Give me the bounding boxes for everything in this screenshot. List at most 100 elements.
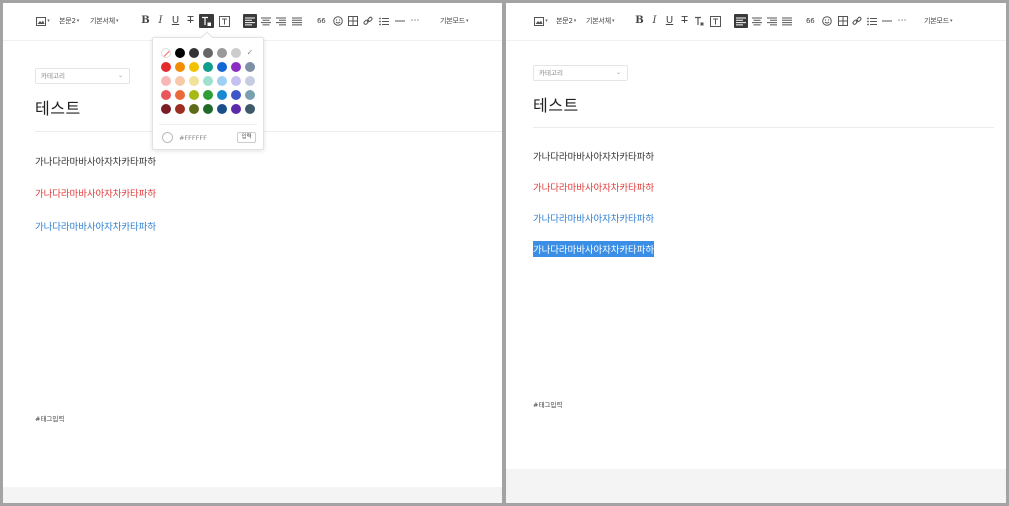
align-center-button[interactable] <box>260 14 272 28</box>
paragraph-black[interactable]: 가나다라마바사아자차카타파하 <box>533 149 654 163</box>
mode-select[interactable]: 기본모드 ▾ <box>924 14 953 28</box>
image-insert-button[interactable]: ▾ <box>534 14 548 28</box>
color-swatch[interactable] <box>217 104 227 114</box>
color-swatch[interactable] <box>217 76 227 86</box>
emoji-button[interactable] <box>332 14 344 28</box>
color-swatch[interactable] <box>161 76 171 86</box>
link-button[interactable] <box>851 14 863 28</box>
strikethrough-button[interactable]: T <box>185 14 196 28</box>
color-swatch[interactable] <box>203 62 213 72</box>
color-swatch[interactable] <box>217 62 227 72</box>
color-swatch[interactable] <box>175 62 185 72</box>
paragraph-style-select[interactable]: 본문2 ▾ <box>556 14 576 28</box>
color-swatch[interactable] <box>175 104 185 114</box>
selected-check-icon[interactable]: ✓ <box>245 48 255 58</box>
text-color-button[interactable] <box>693 14 705 28</box>
table-button[interactable] <box>347 14 359 28</box>
tag-input[interactable]: #태그입력 <box>35 413 64 423</box>
link-button[interactable] <box>362 14 374 28</box>
post-title[interactable]: 테스트 <box>533 92 579 116</box>
bold-button[interactable]: B <box>140 14 151 28</box>
emoji-button[interactable] <box>821 14 833 28</box>
color-swatch[interactable] <box>245 62 255 72</box>
font-label: 기본서체 <box>586 17 611 25</box>
color-swatch[interactable] <box>231 76 241 86</box>
align-justify-icon <box>292 17 302 25</box>
color-swatch[interactable] <box>175 90 185 100</box>
mode-select[interactable]: 기본모드 ▾ <box>440 14 469 28</box>
text-background-button[interactable] <box>709 14 721 28</box>
align-left-button[interactable] <box>734 14 748 28</box>
text-color-button[interactable] <box>199 14 214 28</box>
color-swatch[interactable] <box>189 90 199 100</box>
color-swatch[interactable] <box>203 76 213 86</box>
horizontal-rule-button[interactable] <box>394 14 406 28</box>
color-swatch[interactable] <box>203 104 213 114</box>
bold-button[interactable]: B <box>634 14 645 28</box>
list-button[interactable] <box>866 14 878 28</box>
quote-button[interactable]: 66 <box>317 14 326 28</box>
post-title[interactable]: 테스트 <box>35 95 81 119</box>
font-select[interactable]: 기본서체 ▾ <box>90 14 119 28</box>
color-swatch[interactable] <box>161 104 171 114</box>
no-color-swatch[interactable] <box>161 48 171 58</box>
link-icon <box>852 16 862 25</box>
color-swatch[interactable] <box>161 90 171 100</box>
table-button[interactable] <box>837 14 849 28</box>
more-button[interactable]: ⋯ <box>409 14 421 28</box>
hex-input[interactable]: #FFFFFF <box>179 134 207 142</box>
more-button[interactable]: ⋯ <box>896 14 908 28</box>
underline-button[interactable]: U <box>170 14 181 28</box>
image-insert-button[interactable]: ▾ <box>36 14 50 28</box>
paragraph-black[interactable]: 가나다라마바사아자차카타파하 <box>35 154 156 168</box>
color-swatch[interactable] <box>231 48 241 58</box>
title-divider <box>35 131 502 132</box>
paragraph-red[interactable]: 가나다라마바사아자차카타파하 <box>533 180 654 194</box>
quote-button[interactable]: 66 <box>806 14 815 28</box>
color-swatch[interactable] <box>189 48 199 58</box>
horizontal-rule-button[interactable] <box>881 14 893 28</box>
text-background-icon <box>709 15 721 27</box>
color-swatch[interactable] <box>245 104 255 114</box>
align-left-button[interactable] <box>243 14 257 28</box>
tag-input[interactable]: #태그입력 <box>533 399 562 409</box>
color-swatch[interactable] <box>245 90 255 100</box>
align-justify-button[interactable] <box>781 14 793 28</box>
color-swatch[interactable] <box>175 76 185 86</box>
apply-color-button[interactable]: 입력 <box>237 132 256 143</box>
color-swatch[interactable] <box>231 62 241 72</box>
italic-button[interactable]: I <box>155 14 166 28</box>
color-swatch[interactable] <box>217 90 227 100</box>
color-swatch[interactable] <box>231 104 241 114</box>
color-swatch[interactable] <box>231 90 241 100</box>
strikethrough-button[interactable]: T <box>679 14 690 28</box>
more-icon: ⋯ <box>410 16 420 26</box>
color-swatch[interactable] <box>189 62 199 72</box>
image-icon <box>36 16 47 26</box>
category-select[interactable]: 카테고리 ⌄ <box>35 68 130 84</box>
align-right-button[interactable] <box>766 14 778 28</box>
font-select[interactable]: 기본서체 ▾ <box>586 14 615 28</box>
italic-button[interactable]: I <box>649 14 660 28</box>
paragraph-red[interactable]: 가나다라마바사아자차카타파하 <box>35 186 156 200</box>
category-select[interactable]: 카테고리 ⌄ <box>533 65 628 81</box>
color-swatch[interactable] <box>203 48 213 58</box>
align-justify-button[interactable] <box>291 14 303 28</box>
text-background-button[interactable] <box>218 14 230 28</box>
color-swatch[interactable] <box>189 104 199 114</box>
list-button[interactable] <box>378 14 390 28</box>
color-swatch[interactable] <box>217 48 227 58</box>
color-swatch[interactable] <box>245 76 255 86</box>
paragraph-style-select[interactable]: 본문2 ▾ <box>59 14 79 28</box>
color-picker-popup: ✓ #FFFFFF 입력 <box>152 31 264 150</box>
paragraph-selected[interactable]: 가나다라마바사아자차카타파하 <box>533 241 654 257</box>
color-swatch[interactable] <box>161 62 171 72</box>
paragraph-blue[interactable]: 가나다라마바사아자차카타파하 <box>533 211 654 225</box>
color-swatch[interactable] <box>189 76 199 86</box>
color-swatch[interactable] <box>175 48 185 58</box>
align-center-button[interactable] <box>751 14 763 28</box>
align-right-button[interactable] <box>275 14 287 28</box>
paragraph-blue[interactable]: 가나다라마바사아자차카타파하 <box>35 219 156 233</box>
color-swatch[interactable] <box>203 90 213 100</box>
underline-button[interactable]: U <box>664 14 675 28</box>
